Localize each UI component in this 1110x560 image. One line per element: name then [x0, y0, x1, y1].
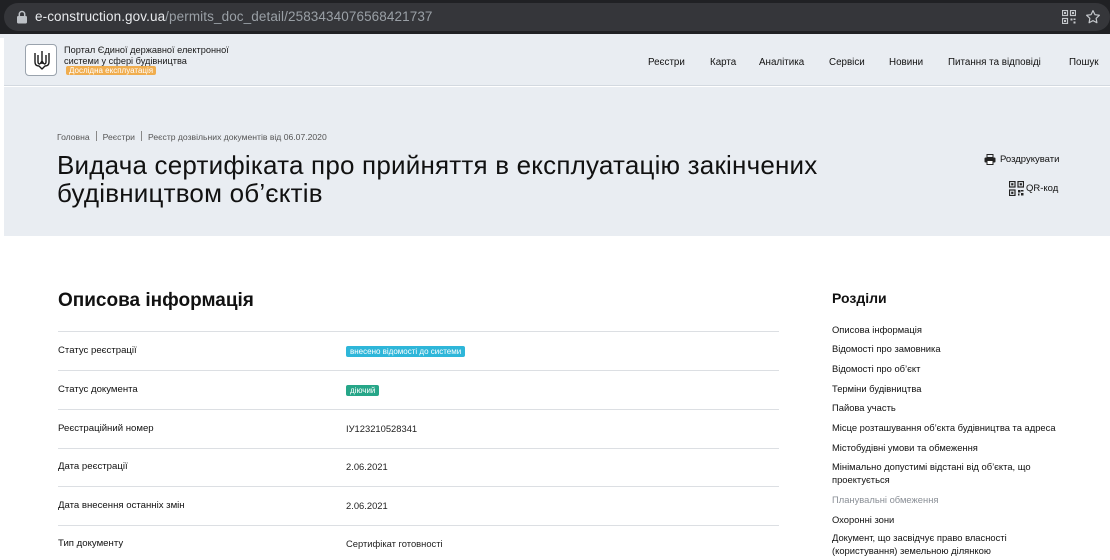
print-label: Роздрукувати [1000, 154, 1060, 165]
nav-search[interactable]: Пошук [1069, 57, 1099, 68]
page-hero: Головна Реєстри Реєстр дозвільних документ… [4, 87, 1110, 236]
url-field[interactable]: e-construction.gov.ua/permits_doc_detail… [4, 3, 1110, 31]
breadcrumb-separator [95, 131, 97, 141]
row-label: Дата реєстрації [58, 461, 128, 472]
row-value: 2.06.2021 [346, 461, 388, 472]
nav-analytics[interactable]: Аналітика [759, 57, 804, 68]
row-value: Сертифікат готовності [346, 538, 443, 549]
site-header: Портал Єдиної державної електронної сист… [4, 38, 1110, 86]
table-row: Тип документу Сертифікат готовності [58, 525, 779, 560]
section-link-protected-zones[interactable]: Охоронні зони [832, 514, 1082, 527]
qr-code-icon[interactable] [1062, 10, 1076, 24]
printer-icon [984, 154, 996, 165]
nav-services[interactable]: Сервіси [829, 57, 865, 68]
table-row: Дата внесення останніх змін 2.06.2021 [58, 486, 779, 525]
row-label: Реєстраційний номер [58, 423, 154, 434]
trident-icon [34, 51, 50, 70]
row-value: 2.06.2021 [346, 500, 388, 511]
nav-registries[interactable]: Реєстри [648, 57, 685, 68]
qr-code-label: QR-код [1026, 183, 1059, 194]
section-link-land-ownership[interactable]: Документ, що засвідчує право власності (… [832, 532, 1072, 557]
beta-badge: Дослідна експлуатація [66, 66, 157, 76]
section-link-equity[interactable]: Пайова участь [832, 402, 1082, 415]
url-host: e-construction.gov.ua [35, 9, 166, 24]
section-link-description[interactable]: Описова інформація [832, 324, 1082, 337]
portal-name-text: Портал Єдиної державної електронної сист… [64, 45, 229, 66]
row-label: Статус реєстрації [58, 345, 137, 356]
table-row: Статус реєстрації внесено відомості до с… [58, 331, 779, 370]
browser-address-bar: e-construction.gov.ua/permits_doc_detail… [0, 0, 1110, 34]
url-path: /permits_doc_detail/2583434076568421737 [165, 9, 433, 24]
bookmark-star-icon[interactable] [1084, 8, 1102, 26]
table-row: Реєстраційний номер ІУ123210528341 [58, 409, 779, 448]
breadcrumb-current: Реєстр дозвільних документів від 06.07.2… [148, 132, 327, 142]
section-link-object[interactable]: Відомості про об’єкт [832, 363, 1082, 376]
section-link-min-distances[interactable]: Мінімально допустимі відстані від об’єкт… [832, 461, 1064, 486]
table-row: Дата реєстрації 2.06.2021 [58, 448, 779, 487]
section-title-info: Описова інформація [58, 290, 254, 311]
section-link-planning-restrictions: Планувальні обмеження [832, 494, 939, 505]
status-badge: діючий [346, 384, 380, 396]
breadcrumb-home[interactable]: Головна [57, 132, 90, 142]
section-link-construction-terms[interactable]: Терміни будівництва [832, 383, 1082, 396]
section-link-location[interactable]: Місце розташування об’єкта будівництва т… [832, 422, 1082, 435]
section-link-urban-conditions[interactable]: Містобудівні умови та обмеження [832, 442, 1082, 455]
row-label: Статус документа [58, 384, 138, 395]
table-row: Статус документа діючий [58, 370, 779, 409]
breadcrumb: Головна Реєстри Реєстр дозвільних документ… [57, 131, 327, 142]
nav-map[interactable]: Карта [710, 57, 736, 68]
breadcrumb-registries[interactable]: Реєстри [103, 132, 135, 142]
section-link-customer[interactable]: Відомості про замовника [832, 343, 1082, 356]
qr-code-icon [1009, 181, 1024, 196]
lock-icon[interactable] [16, 10, 28, 24]
breadcrumb-separator [141, 131, 142, 141]
nav-faq[interactable]: Питання та відповіді [948, 57, 1041, 68]
registration-status-pill: внесено відомості до системи [346, 346, 466, 357]
url-text[interactable]: e-construction.gov.ua/permits_doc_detail… [35, 9, 433, 24]
document-status-pill: діючий [346, 385, 380, 396]
qr-code-button[interactable]: QR-код [1009, 181, 1059, 196]
status-badge: внесено відомості до системи [346, 345, 466, 357]
sections-title: Розділи [832, 290, 887, 306]
print-button[interactable]: Роздрукувати [984, 154, 1059, 165]
trident-logo[interactable] [25, 44, 57, 76]
nav-news[interactable]: Новини [889, 57, 923, 68]
row-label: Тип документу [58, 538, 124, 549]
portal-name[interactable]: Портал Єдиної державної електронної сист… [64, 45, 234, 77]
row-value: ІУ123210528341 [346, 423, 418, 434]
row-label: Дата внесення останніх змін [58, 500, 185, 511]
page-title: Видача сертифіката про прийняття в експл… [57, 150, 818, 208]
